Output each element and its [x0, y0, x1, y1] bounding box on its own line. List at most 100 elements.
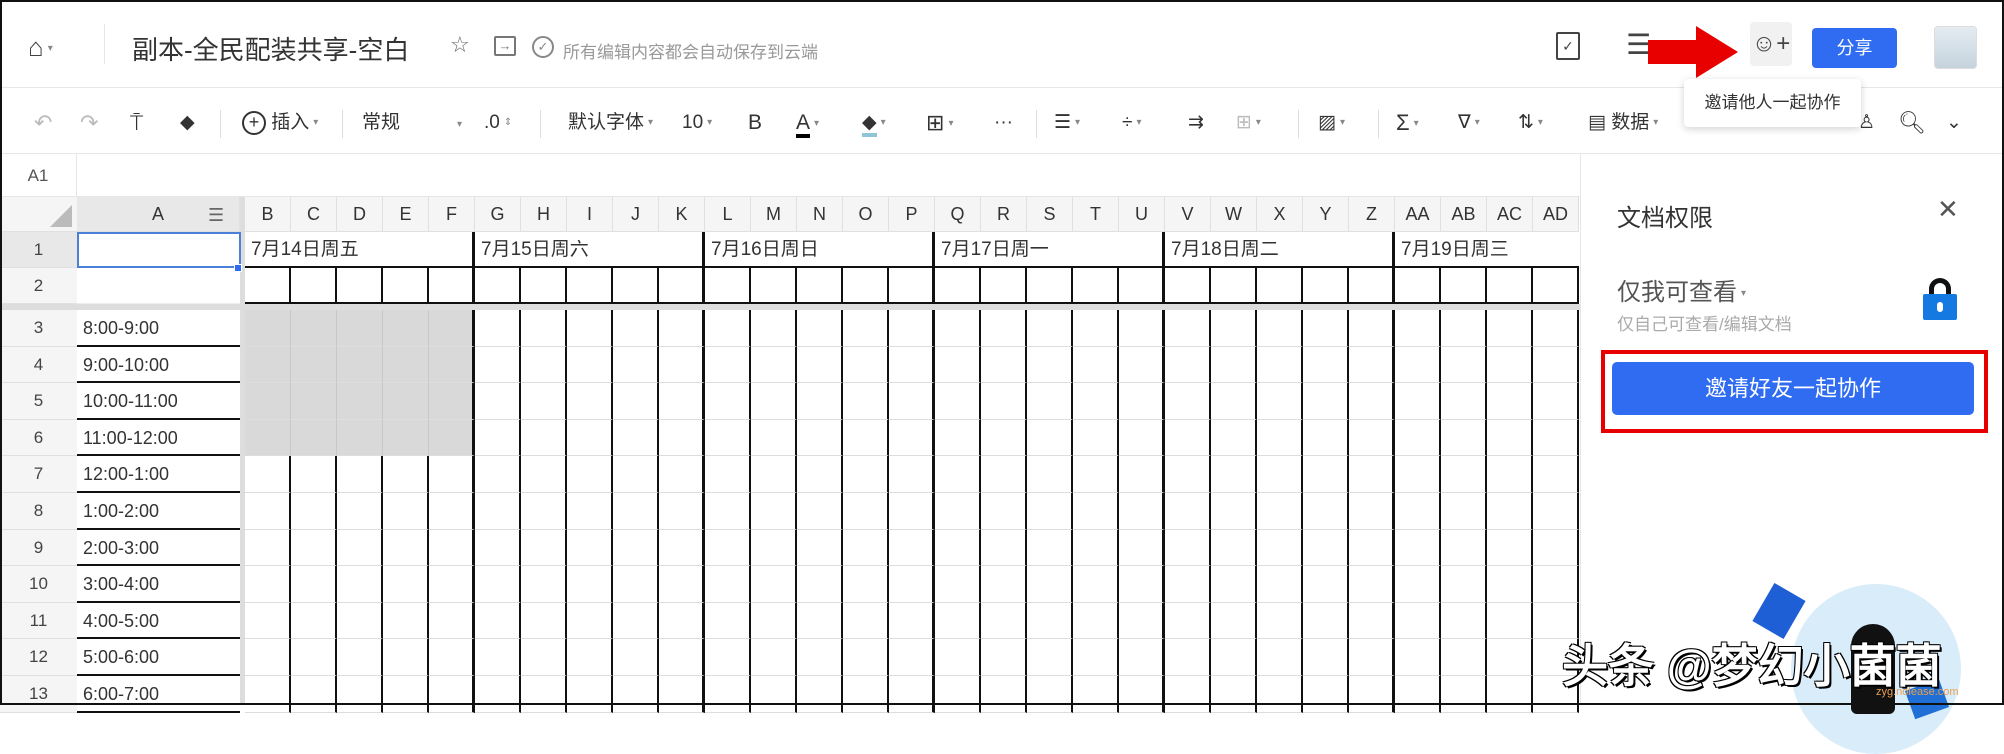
- insert-button[interactable]: + 插入 ▾: [242, 111, 318, 136]
- cell-K12[interactable]: [659, 639, 705, 676]
- cell-B3[interactable]: [245, 310, 291, 347]
- cell-AD10[interactable]: [1533, 566, 1579, 603]
- cell-D11[interactable]: [337, 602, 383, 640]
- cell-A12[interactable]: 5:00-6:00: [77, 639, 240, 676]
- cell-AB12[interactable]: [1441, 639, 1487, 676]
- cell-T11[interactable]: [1073, 602, 1119, 640]
- cell-R13[interactable]: [981, 676, 1027, 713]
- cell-Y3[interactable]: [1303, 310, 1349, 347]
- cell-Y6[interactable]: [1303, 419, 1349, 457]
- row-header-3[interactable]: 3: [0, 310, 77, 347]
- cell-L10[interactable]: [705, 566, 751, 603]
- cell-N5[interactable]: [797, 383, 843, 420]
- move-to-folder-icon[interactable]: →: [494, 36, 516, 56]
- column-header-X[interactable]: X: [1257, 197, 1303, 232]
- cell-R11[interactable]: [981, 602, 1027, 640]
- cell-O8[interactable]: [843, 493, 889, 530]
- cell-T8[interactable]: [1073, 493, 1119, 530]
- cell-Z12[interactable]: [1349, 639, 1395, 676]
- cell-M10[interactable]: [751, 566, 797, 603]
- cell-E1[interactable]: [383, 232, 429, 268]
- cell-D2[interactable]: [337, 268, 383, 304]
- cell-V12[interactable]: [1165, 639, 1211, 676]
- cell-C8[interactable]: [291, 493, 337, 530]
- cell-J13[interactable]: [613, 676, 659, 713]
- cell-P13[interactable]: [889, 676, 935, 713]
- cell-C10[interactable]: [291, 566, 337, 603]
- data-menu-button[interactable]: ▤ 数据 ▾: [1588, 111, 1658, 135]
- cell-L13[interactable]: [705, 676, 751, 713]
- column-header-G[interactable]: G: [475, 197, 521, 232]
- cell-AB5[interactable]: [1441, 383, 1487, 420]
- cell-P6[interactable]: [889, 419, 935, 457]
- cell-S4[interactable]: [1027, 346, 1073, 384]
- cell-M12[interactable]: [751, 639, 797, 676]
- permission-select[interactable]: 仅我可查看 ▾: [1617, 272, 1746, 307]
- cell-H5[interactable]: [521, 383, 567, 420]
- cell-L7[interactable]: [705, 456, 751, 493]
- cell-M6[interactable]: [751, 419, 797, 457]
- column-header-S[interactable]: S: [1027, 197, 1073, 232]
- cell-E2[interactable]: [383, 268, 429, 304]
- cell-U2[interactable]: [1119, 268, 1165, 304]
- cell-K6[interactable]: [659, 419, 705, 457]
- cell-U6[interactable]: [1119, 419, 1165, 457]
- cell-AC2[interactable]: [1487, 268, 1533, 304]
- cell-X9[interactable]: [1257, 529, 1303, 567]
- row-header-4[interactable]: 4: [0, 346, 77, 384]
- row-header-1[interactable]: 1: [0, 232, 77, 268]
- share-button[interactable]: 分享: [1812, 28, 1897, 68]
- cell-V13[interactable]: [1165, 676, 1211, 713]
- redo-icon[interactable]: ↷: [80, 111, 98, 135]
- column-header-P[interactable]: P: [889, 197, 935, 232]
- cell-AB7[interactable]: [1441, 456, 1487, 493]
- column-header-AD[interactable]: AD: [1533, 197, 1579, 232]
- cell-AD5[interactable]: [1533, 383, 1579, 420]
- cell-E8[interactable]: [383, 493, 429, 530]
- cell-S5[interactable]: [1027, 383, 1073, 420]
- cell-J2[interactable]: [613, 268, 659, 304]
- cell-L9[interactable]: [705, 529, 751, 567]
- font-size-select[interactable]: 10 ▾: [682, 111, 712, 135]
- cell-J5[interactable]: [613, 383, 659, 420]
- cell-G13[interactable]: [475, 676, 521, 713]
- cell-N13[interactable]: [797, 676, 843, 713]
- cell-AD2[interactable]: [1533, 268, 1579, 304]
- cell-K2[interactable]: [659, 268, 705, 304]
- cell-O6[interactable]: [843, 419, 889, 457]
- cell-T12[interactable]: [1073, 639, 1119, 676]
- cell-E12[interactable]: [383, 639, 429, 676]
- cell-X3[interactable]: [1257, 310, 1303, 347]
- cell-H9[interactable]: [521, 529, 567, 567]
- row-header-11[interactable]: 11: [0, 602, 77, 640]
- cell-T10[interactable]: [1073, 566, 1119, 603]
- cell-F9[interactable]: [429, 529, 475, 567]
- cell-N6[interactable]: [797, 419, 843, 457]
- cell-R10[interactable]: [981, 566, 1027, 603]
- cell-A13[interactable]: 6:00-7:00: [77, 676, 240, 713]
- cell-G6[interactable]: [475, 419, 521, 457]
- cell-V7[interactable]: [1165, 456, 1211, 493]
- cell-D7[interactable]: [337, 456, 383, 493]
- cell-AC5[interactable]: [1487, 383, 1533, 420]
- cell-A8[interactable]: 1:00-2:00: [77, 493, 240, 530]
- cell-U8[interactable]: [1119, 493, 1165, 530]
- wrap-text-icon[interactable]: ⇉: [1188, 111, 1204, 135]
- cell-E9[interactable]: [383, 529, 429, 567]
- cell-O1[interactable]: [843, 232, 889, 268]
- cell-M13[interactable]: [751, 676, 797, 713]
- cell-K11[interactable]: [659, 602, 705, 640]
- cell-S10[interactable]: [1027, 566, 1073, 603]
- cell-AD7[interactable]: [1533, 456, 1579, 493]
- cell-L11[interactable]: [705, 602, 751, 640]
- column-header-R[interactable]: R: [981, 197, 1027, 232]
- cell-T3[interactable]: [1073, 310, 1119, 347]
- row-header-7[interactable]: 7: [0, 456, 77, 493]
- cell-I7[interactable]: [567, 456, 613, 493]
- cell-M2[interactable]: [751, 268, 797, 304]
- cell-D3[interactable]: [337, 310, 383, 347]
- cell-Q3[interactable]: [935, 310, 981, 347]
- cell-W5[interactable]: [1211, 383, 1257, 420]
- cell-I3[interactable]: [567, 310, 613, 347]
- cell-AA9[interactable]: [1395, 529, 1441, 567]
